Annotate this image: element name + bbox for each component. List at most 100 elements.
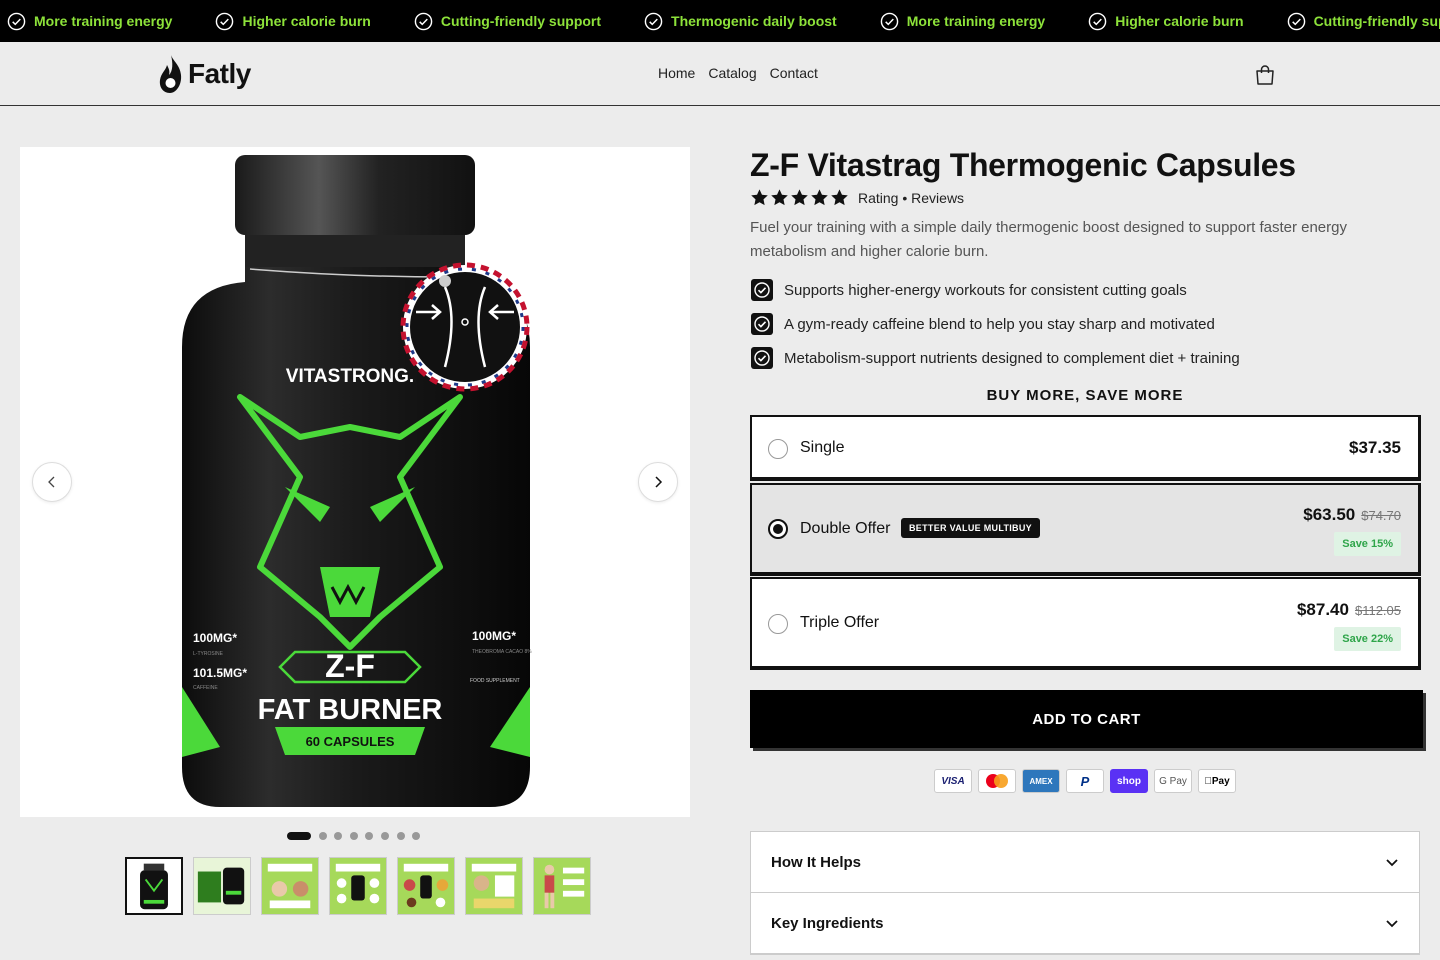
- offer-label: Triple Offer: [800, 614, 880, 631]
- buy-more-heading: BUY MORE, SAVE MORE: [986, 387, 1184, 404]
- logo[interactable]: Fatly: [156, 53, 251, 95]
- star-icon: [831, 189, 848, 206]
- thumbnail-image: [194, 858, 250, 914]
- accordion-title: Key Ingredients: [771, 914, 884, 932]
- check-circle-icon: [880, 12, 899, 30]
- benefit-item: Supports higher-energy workouts for cons…: [750, 278, 1240, 302]
- ticker-item: Thermogenic daily boost: [644, 12, 837, 31]
- product-main-image: VITASTRONG. 100MG* L-TYROSINE 101.5MG* C…: [20, 147, 690, 817]
- thumbnail-5[interactable]: [397, 857, 455, 915]
- ticker-text: Higher calorie burn: [1115, 13, 1244, 29]
- bottle-stat-left-1-sub: L-TYROSINE: [193, 651, 224, 657]
- benefits-list: Supports higher-energy workouts for cons…: [750, 278, 1240, 380]
- offer-price-compare: $112.05: [1354, 603, 1401, 618]
- nav-contact[interactable]: Contact: [770, 65, 818, 81]
- pagination-dot[interactable]: [287, 832, 311, 840]
- offer-radio[interactable]: [768, 519, 788, 539]
- visa-icon: VISA: [934, 769, 972, 793]
- paypal-icon: P: [1066, 769, 1104, 793]
- ticker-item: Cutting-friendly support: [414, 12, 601, 31]
- chevron-down-icon: [1386, 859, 1398, 867]
- bottle-capsules: 60 CAPSULES: [306, 734, 395, 749]
- ticker-item: More training energy: [7, 12, 172, 31]
- bottle-brand-text: VITASTRONG.: [286, 366, 414, 387]
- product-description: Fuel your training with a simple daily t…: [750, 219, 1347, 260]
- offer-radio[interactable]: [768, 439, 788, 459]
- gallery-pagination: [287, 832, 428, 840]
- pagination-dot[interactable]: [349, 832, 358, 840]
- site-header: Fatly Home Catalog Contact: [0, 42, 1440, 106]
- accordion-how-it-helps[interactable]: How It Helps: [751, 832, 1419, 893]
- thumbnail-2[interactable]: [193, 857, 251, 915]
- pagination-dot[interactable]: [334, 832, 343, 840]
- ticker-text: Cutting-friendly support: [440, 13, 602, 29]
- checkbox-check-icon: [751, 313, 773, 335]
- chevron-down-icon: [1386, 920, 1398, 928]
- payment-methods: VISA AMEX P shop G Pay Pay: [934, 769, 1242, 793]
- check-circle-icon: [1088, 12, 1107, 30]
- checkbox-check-icon: [751, 347, 773, 369]
- ticker-item: Higher calorie burn: [1088, 12, 1244, 31]
- shopping-bag-icon[interactable]: [1254, 64, 1276, 86]
- offer-label: Single: [800, 439, 845, 456]
- offer-triple[interactable]: Triple Offer $87.40 $112.05 Save 22%: [750, 577, 1421, 670]
- offer-single[interactable]: Single $37.35: [750, 415, 1421, 481]
- thumbnail-6[interactable]: [465, 857, 523, 915]
- nav-home[interactable]: Home: [658, 65, 695, 81]
- bottle-stat-left-2-sub: CAFFEINE: [193, 685, 218, 691]
- product-title: Z-F Vitastrag Thermogenic Capsules: [750, 147, 1296, 183]
- gallery-next-button[interactable]: [638, 462, 678, 502]
- accordion-key-ingredients[interactable]: Key Ingredients: [751, 893, 1419, 954]
- benefit-text: Supports higher-energy workouts for cons…: [784, 281, 1187, 299]
- offer-price: $87.40 $112.05: [1297, 600, 1401, 620]
- thumbnail-image: [466, 858, 522, 914]
- ticker-item: More training energy: [880, 12, 1045, 31]
- thumbnail-7[interactable]: [533, 857, 591, 915]
- add-to-cart-button[interactable]: ADD TO CART: [750, 690, 1423, 748]
- pagination-dot[interactable]: [365, 832, 374, 840]
- offer-label: Double Offer: [800, 520, 891, 537]
- offer-radio[interactable]: [768, 614, 788, 634]
- rating-text: Rating • Reviews: [858, 189, 965, 206]
- pagination-dot[interactable]: [412, 832, 421, 840]
- apple-pay-icon: Pay: [1198, 769, 1236, 793]
- bottle-food-supplement: FOOD SUPPLEMENT: [470, 678, 520, 684]
- announcement-ticker: More training energy Higher calorie burn…: [0, 0, 1440, 42]
- bottle-stat-right-sub: THEOBROMA CACAO 8%: [472, 649, 532, 655]
- product-accordion: How It Helps Key Ingredients: [750, 831, 1420, 955]
- checkbox-check-icon: [751, 279, 773, 301]
- logo-text: Fatly: [188, 58, 251, 89]
- ticker-text: More training energy: [906, 13, 1046, 29]
- thumbnail-1[interactable]: [125, 857, 183, 915]
- thumbnail-strip: [125, 857, 601, 915]
- product-bottle-image: VITASTRONG. 100MG* L-TYROSINE 101.5MG* C…: [182, 155, 532, 807]
- gallery-prev-button[interactable]: [32, 462, 72, 502]
- bottle-stat-left-1: 100MG*: [193, 631, 237, 645]
- nav-catalog[interactable]: Catalog: [708, 65, 756, 81]
- pagination-dot[interactable]: [380, 832, 389, 840]
- offer-double[interactable]: Double Offer BETTER VALUE MULTIBUY $63.5…: [750, 483, 1421, 576]
- check-circle-icon: [1287, 12, 1305, 30]
- star-icon: [771, 189, 788, 206]
- offer-price-compare: $74.70: [1361, 508, 1401, 523]
- shop-pay-icon: shop: [1110, 769, 1148, 793]
- benefit-text: A gym-ready caffeine blend to help you s…: [784, 315, 1215, 333]
- thumbnail-image: [262, 858, 318, 914]
- bottle-product-name: Z-F: [325, 648, 375, 684]
- thumbnail-3[interactable]: [261, 857, 319, 915]
- thumbnail-image: [534, 858, 590, 914]
- ticker-item: Cutting-friendly support: [1287, 12, 1440, 31]
- offer-price-now: $63.50: [1303, 505, 1356, 524]
- chevron-left-icon: [48, 476, 55, 488]
- benefit-item: A gym-ready caffeine blend to help you s…: [750, 312, 1240, 336]
- pagination-dot[interactable]: [318, 832, 327, 840]
- ticker-text: Thermogenic daily boost: [671, 13, 837, 29]
- chevron-right-icon: [655, 476, 663, 488]
- star-icon: [811, 189, 828, 206]
- accordion-title: How It Helps: [771, 853, 862, 871]
- product-rating[interactable]: Rating • Reviews: [750, 188, 964, 207]
- thumbnail-4[interactable]: [329, 857, 387, 915]
- offer-price-now: $37.35: [1349, 438, 1401, 457]
- pagination-dot[interactable]: [396, 832, 405, 840]
- amex-icon: AMEX: [1022, 769, 1060, 793]
